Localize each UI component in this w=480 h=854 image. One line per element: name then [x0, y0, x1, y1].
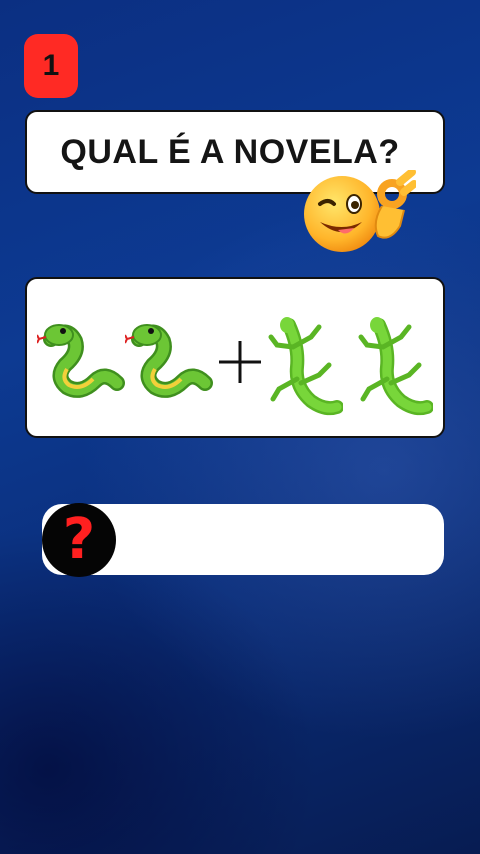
snake-icon — [125, 324, 213, 398]
snake-icon — [37, 324, 125, 398]
answer-question-mark-icon: ? — [42, 503, 116, 577]
question-number: 1 — [42, 49, 60, 82]
lizard-icon — [358, 317, 433, 416]
winking-ok-emoji-icon — [304, 170, 416, 252]
plus-icon — [219, 341, 261, 383]
question-number-badge: 1 — [24, 34, 78, 98]
answer-placeholder: ? — [62, 507, 96, 572]
lizard-icon — [268, 317, 343, 416]
question-title: QUAL É A NOVELA? — [60, 132, 400, 171]
emoji-clue-card — [25, 277, 445, 438]
